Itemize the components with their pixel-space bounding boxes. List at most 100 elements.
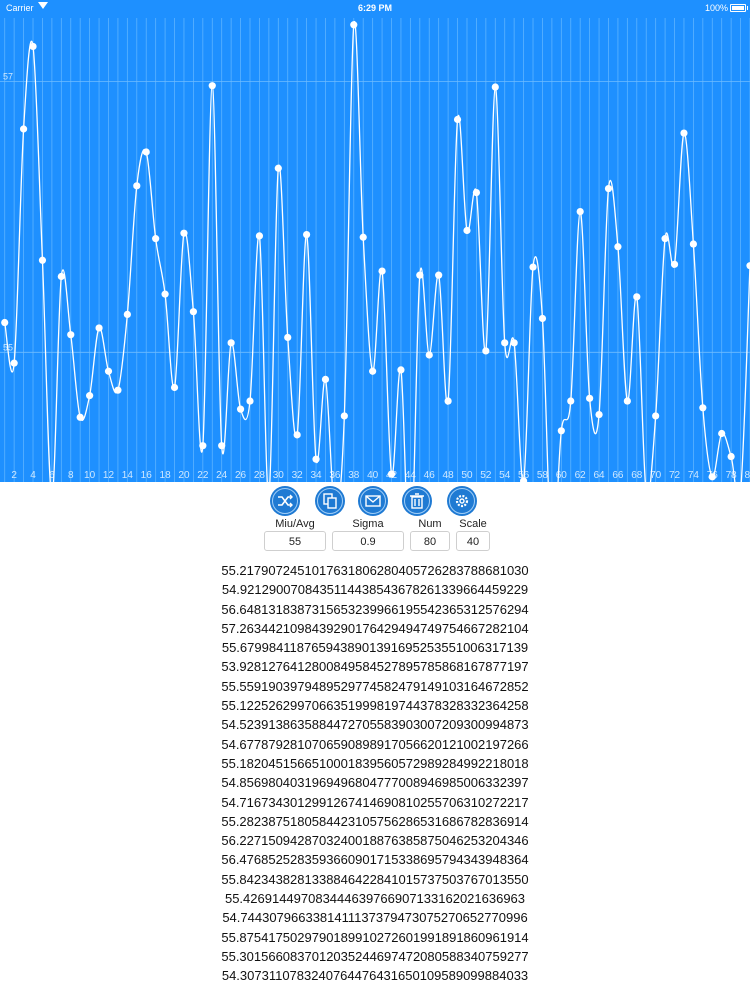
data-point [463, 226, 471, 235]
data-point [567, 397, 575, 405]
x-tick-label: 48 [443, 470, 455, 481]
mail-icon [365, 495, 381, 507]
data-point [501, 339, 509, 347]
series-line [4, 21, 750, 482]
data-point [321, 375, 330, 383]
x-tick-label: 64 [593, 470, 605, 481]
data-point [246, 397, 254, 405]
number-item: 53.9281276412800849584527895785868167877… [221, 659, 529, 675]
number-item: 55.6799841187659438901391695253551006317… [221, 640, 529, 656]
x-tick-label: 46 [424, 470, 436, 481]
number-item: 54.7443079663381411137379473075270652770… [222, 910, 528, 926]
number-item: 55.5591903979489529774582479149103164672… [221, 678, 529, 694]
data-point [350, 21, 358, 29]
x-tick-label: 80 [744, 470, 750, 481]
data-point [208, 82, 216, 90]
data-point [76, 413, 84, 421]
trash-icon [410, 493, 424, 509]
x-tick-label: 66 [612, 470, 624, 481]
data-point [29, 42, 37, 51]
data-point [614, 243, 622, 251]
number-item: 55.8423438281338846422841015737503767013… [221, 871, 529, 887]
data-point [652, 412, 660, 420]
x-tick-label: 58 [537, 470, 549, 481]
x-tick-label: 2 [11, 470, 17, 481]
copy-button[interactable] [315, 486, 345, 516]
number-item: 55.8754175029790189910272601991891860961… [221, 929, 529, 945]
data-point [444, 397, 452, 405]
data-point [387, 470, 396, 478]
data-point [114, 386, 122, 394]
settings-button[interactable] [447, 486, 477, 516]
mu-avg-field[interactable]: 55 [264, 531, 326, 551]
number-item: 56.4768525283593660901715338695794343948… [221, 852, 529, 868]
data-point [510, 339, 518, 347]
data-point [369, 367, 377, 375]
x-tick-label: 24 [216, 470, 228, 481]
data-point [557, 427, 565, 435]
y-tick-label: 57 [3, 72, 13, 82]
x-tick-label: 74 [688, 470, 700, 481]
data-point [359, 233, 367, 241]
x-tick-label: 54 [499, 470, 511, 481]
mu-avg-label: Miu/Avg [275, 518, 315, 530]
x-tick-label: 72 [669, 470, 681, 481]
number-item: 55.2823875180584423105756286531686782836… [221, 813, 529, 829]
data-point [699, 404, 707, 412]
data-point [397, 366, 405, 374]
x-tick-label: 68 [631, 470, 643, 481]
x-tick-label: 18 [160, 470, 172, 481]
shuffle-icon [278, 494, 293, 508]
mail-button[interactable] [358, 486, 388, 516]
data-point [57, 272, 65, 281]
data-point [312, 455, 320, 463]
data-point [670, 260, 679, 268]
x-tick-label: 60 [556, 470, 568, 481]
number-item: 54.5239138635884472705583903007209300994… [221, 717, 529, 733]
line-chart: 5557 2 4 6 8 10 12 14 16 18 20 22 24 26 28 30 32 34 36 38 4… [0, 18, 750, 482]
data-point [123, 310, 131, 319]
shuffle-button[interactable] [270, 486, 300, 516]
x-tick-label: 34 [310, 470, 322, 481]
data-point [152, 235, 160, 243]
data-point [170, 383, 179, 392]
gear-icon [455, 494, 469, 508]
x-tick-label: 14 [122, 470, 134, 481]
data-point [680, 129, 688, 137]
data-point [661, 235, 669, 243]
number-item: 54.7167343012991267414690810255706310272… [221, 794, 529, 810]
data-point [180, 229, 188, 237]
numbers-list: 55.2179072451017631806280405726283788681… [0, 561, 750, 986]
data-point [633, 293, 641, 301]
number-item: 55.2179072451017631806280405726283788681… [221, 563, 529, 578]
scale-field[interactable]: 40 [456, 531, 490, 551]
sigma-label: Sigma [352, 518, 384, 530]
x-tick-label: 78 [726, 470, 738, 481]
x-tick-label: 12 [103, 470, 115, 481]
data-point [189, 308, 197, 316]
x-tick-label: 38 [348, 470, 360, 481]
trash-button[interactable] [402, 486, 432, 516]
x-tick-label: 10 [84, 470, 96, 481]
data-point [472, 188, 481, 197]
sigma-field[interactable]: 0.9 [332, 531, 404, 551]
data-point [453, 115, 462, 124]
x-tick-label: 52 [480, 470, 492, 481]
data-point [623, 397, 631, 405]
x-tick-label: 30 [273, 470, 285, 481]
data-point [586, 394, 594, 402]
number-item: 54.3073110783240764476431650109589099884… [221, 968, 529, 984]
num-label: Num [418, 518, 442, 530]
data-point [604, 184, 613, 193]
number-item: 54.9212900708435114438543678261339664459… [221, 582, 529, 598]
num-field[interactable]: 80 [410, 531, 450, 551]
x-tick-label: 16 [141, 470, 153, 481]
data-point [218, 442, 226, 450]
number-item: 56.6481318387315653239966195542365312576… [221, 601, 529, 617]
data-point [227, 339, 235, 347]
data-point [142, 148, 150, 156]
data-point [576, 207, 584, 216]
x-tick-label: 28 [254, 470, 266, 481]
data-point [538, 314, 547, 323]
number-item: 56.2271509428703240018876385875046253204… [221, 833, 529, 849]
